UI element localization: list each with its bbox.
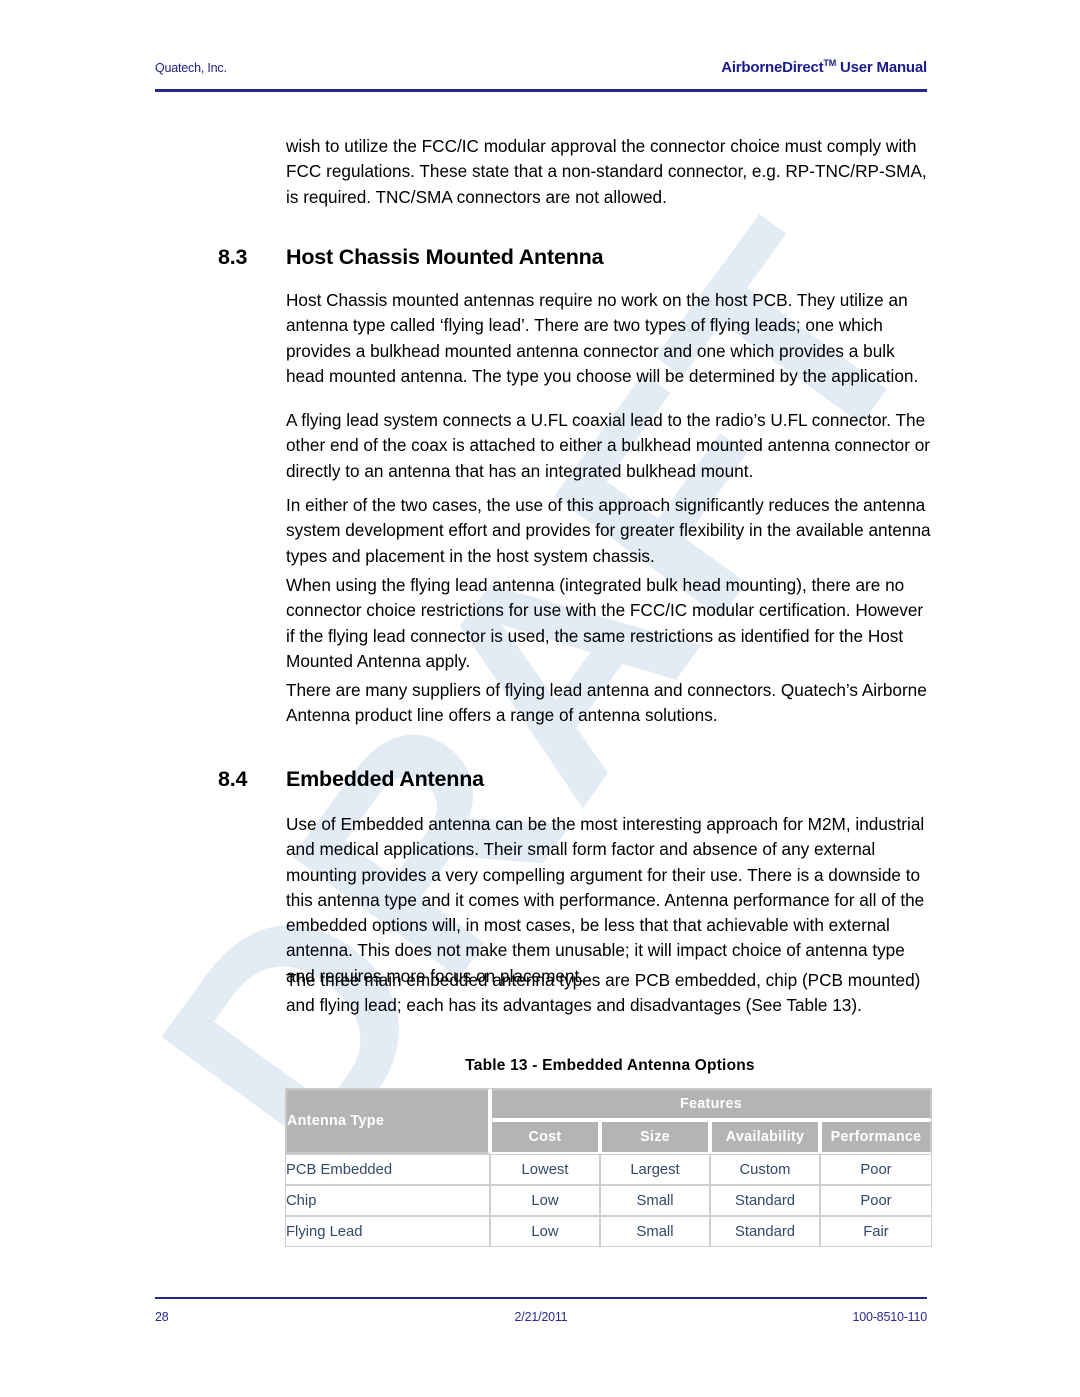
section-8-4-paragraph-2: The three main embedded antenna types ar… [286,970,921,1016]
section-8-3-paragraph-1: Host Chassis mounted antennas require no… [286,290,919,386]
header-title-suffix: User Manual [836,59,927,76]
page-footer: 28 2/21/2011 100-8510-110 [155,1310,927,1324]
footer-date: 2/21/2011 [514,1310,568,1324]
table-header-features-group: Features [490,1088,932,1120]
table-header-row-1: Antenna Type Features [285,1088,932,1154]
section-number-8-3: 8.3 [218,245,248,269]
cell-size: Small [600,1216,710,1247]
section-8-3-paragraph-2: A flying lead system connects a U.FL coa… [286,410,931,481]
cell-antenna-type: PCB Embedded [285,1154,490,1185]
section-heading-8-4: 8.4 Embedded Antenna [218,767,484,792]
table-row: PCB Embedded Lowest Largest Custom Poor [285,1154,932,1185]
cell-availability: Standard [710,1185,820,1216]
embedded-antenna-options-table: Antenna Type Features Cost Size Availabi… [285,1088,932,1247]
table-row: Chip Low Small Standard Poor [285,1185,932,1216]
trademark-symbol: TM [823,58,837,68]
table-header-availability: Availability [710,1120,820,1154]
section-8-3-paragraph-5: There are many suppliers of flying lead … [286,680,927,726]
table-header-size: Size [600,1120,710,1154]
cell-performance: Poor [820,1185,932,1216]
cell-size: Small [600,1185,710,1216]
intro-paragraph: wish to utilize the FCC/IC modular appro… [286,136,927,207]
cell-performance: Fair [820,1216,932,1247]
cell-antenna-type: Flying Lead [285,1216,490,1247]
header-product-name: AirborneDirect [721,59,824,76]
section-8-3-paragraph-3: In either of the two cases, the use of t… [286,495,931,566]
table-header-antenna-type: Antenna Type [285,1088,490,1154]
header-divider-rule [155,89,927,92]
table-header: Antenna Type Features Cost Size Availabi… [285,1088,932,1154]
section-number-8-4: 8.4 [218,767,248,791]
section-title-8-3: Host Chassis Mounted Antenna [286,245,604,269]
table-row: Flying Lead Low Small Standard Fair [285,1216,932,1247]
cell-size: Largest [600,1154,710,1185]
section-title-8-4: Embedded Antenna [286,767,484,791]
section-8-4-paragraph-1: Use of Embedded antenna can be the most … [286,814,925,986]
cell-availability: Standard [710,1216,820,1247]
section-8-3-paragraph-4: When using the flying lead antenna (inte… [286,575,924,671]
table-caption: Table 13 - Embedded Antenna Options [465,1057,755,1074]
cell-performance: Poor [820,1154,932,1185]
header-company-name: Quatech, Inc. [155,61,227,75]
cell-availability: Custom [710,1154,820,1185]
section-heading-8-3: 8.3 Host Chassis Mounted Antenna [218,245,604,270]
cell-cost: Low [490,1216,600,1247]
table-header-performance: Performance [820,1120,932,1154]
cell-cost: Lowest [490,1154,600,1185]
header-document-title: AirborneDirectTM User Manual [721,58,927,76]
cell-antenna-type: Chip [285,1185,490,1216]
page-header: Quatech, Inc. AirborneDirectTM User Manu… [155,58,927,76]
document-page: Quatech, Inc. AirborneDirectTM User Manu… [0,0,1080,1397]
footer-divider-rule [155,1297,927,1299]
table-header-cost: Cost [490,1120,600,1154]
cell-cost: Low [490,1185,600,1216]
table-body: PCB Embedded Lowest Largest Custom Poor … [285,1154,932,1247]
